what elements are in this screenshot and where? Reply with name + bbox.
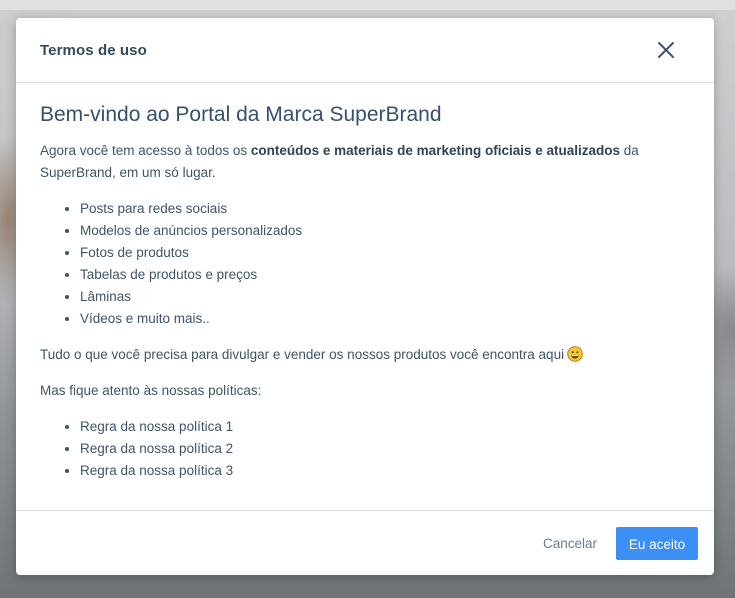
list-item: Posts para redes sociais (80, 198, 680, 220)
cta-text: Tudo o que você precisa para divulgar e … (40, 347, 565, 362)
cancel-button[interactable]: Cancelar (543, 536, 597, 551)
policies-intro: Mas fique atento às nossas políticas: (40, 383, 262, 398)
terms-modal: Termos de uso Bem-vindo ao Portal da Mar… (16, 18, 714, 575)
accept-button[interactable]: Eu aceito (616, 527, 698, 560)
policies-list: Regra da nossa política 1 Regra da nossa… (40, 416, 680, 482)
list-item: Fotos de produtos (80, 242, 680, 264)
modal-title: Termos de uso (40, 42, 147, 59)
close-icon (658, 42, 674, 58)
list-item: Tabelas de produtos e preços (80, 264, 680, 286)
cta-paragraph: Tudo o que você precisa para divulgar e … (40, 344, 680, 366)
list-item: Regra da nossa política 1 (80, 416, 680, 438)
list-item: Vídeos e muito mais.. (80, 308, 680, 330)
intro-bold: conteúdos e materiais de marketing ofici… (250, 143, 620, 158)
modal-body: Bem-vindo ao Portal da Marca SuperBrand … (40, 82, 680, 482)
close-button[interactable] (656, 40, 676, 60)
intro-paragraph: Agora você tem acesso à todos os conteúd… (40, 140, 680, 184)
list-item: Lâminas (80, 286, 680, 308)
intro-prefix: Agora você tem acesso à todos os (40, 143, 251, 158)
list-item: Modelos de anúncios personalizados (80, 220, 680, 242)
modal-footer: Cancelar Eu aceito (16, 510, 714, 575)
welcome-heading: Bem-vindo ao Portal da Marca SuperBrand (40, 103, 442, 126)
list-item: Regra da nossa política 3 (80, 460, 680, 482)
modal-header: Termos de uso (16, 18, 714, 83)
grinning-face-icon (567, 346, 583, 362)
list-item: Regra da nossa política 2 (80, 438, 680, 460)
features-list: Posts para redes sociais Modelos de anún… (40, 198, 680, 330)
